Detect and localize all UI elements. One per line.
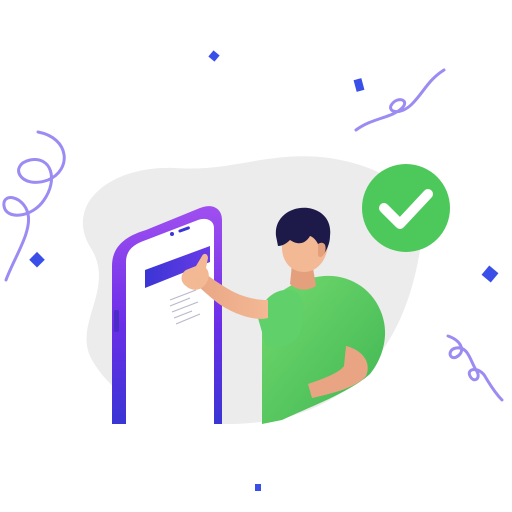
confetti-ribbon-top-right [354,68,446,132]
confetti-square-left [29,251,45,268]
smartphone [112,206,222,424]
check-circle-icon [362,164,450,252]
illustration-stage [0,0,512,512]
confetti-square-top [208,50,220,62]
confetti-square-bottom [255,484,261,491]
illustration [2,50,504,491]
phone-camera [170,232,174,236]
phone-side-button [114,310,119,332]
confetti-square-right-top [353,78,365,92]
confetti-square-right [481,265,499,283]
confetti-ribbon-right [446,334,504,402]
